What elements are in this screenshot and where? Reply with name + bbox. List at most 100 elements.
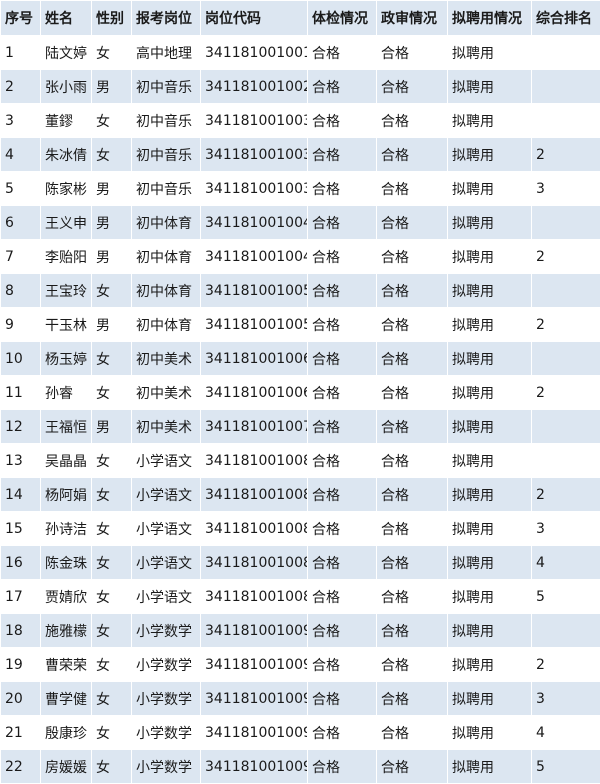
cell-position: 初中体育 [132, 308, 201, 342]
cell-overall-rank: 3 [532, 512, 600, 546]
cell-hiring-status: 拟聘用 [448, 172, 532, 206]
cell-political-review: 合格 [377, 750, 448, 784]
cell-political-review: 合格 [377, 206, 448, 240]
cell-gender: 女 [92, 138, 132, 172]
cell-index: 7 [1, 240, 41, 274]
table-row: 3董鏐女初中音乐341181001003合格合格拟聘用 [1, 104, 600, 138]
cell-overall-rank: 2 [532, 308, 600, 342]
cell-overall-rank [532, 206, 600, 240]
cell-political-review: 合格 [377, 138, 448, 172]
recruitment-table: 序号 姓名 性别 报考岗位 岗位代码 体检情况 政审情况 拟聘用情况 综合排名 … [0, 0, 600, 784]
cell-name: 李贻阳 [41, 240, 92, 274]
table-row: 6王义申男初中体育341181001004合格合格拟聘用 [1, 206, 600, 240]
cell-position: 高中地理 [132, 36, 201, 70]
header-political-review: 政审情况 [377, 1, 448, 36]
cell-gender: 女 [92, 376, 132, 410]
cell-position: 初中音乐 [132, 138, 201, 172]
table-row: 7李贻阳男初中体育341181001004合格合格拟聘用2 [1, 240, 600, 274]
cell-name: 曹荣荣 [41, 648, 92, 682]
cell-overall-rank: 4 [532, 546, 600, 580]
cell-overall-rank [532, 36, 600, 70]
cell-position: 初中音乐 [132, 70, 201, 104]
cell-name: 孙睿 [41, 376, 92, 410]
cell-gender: 女 [92, 36, 132, 70]
cell-hiring-status: 拟聘用 [448, 70, 532, 104]
cell-name: 王福恒 [41, 410, 92, 444]
cell-gender: 男 [92, 70, 132, 104]
cell-hiring-status: 拟聘用 [448, 308, 532, 342]
cell-political-review: 合格 [377, 342, 448, 376]
cell-overall-rank: 2 [532, 240, 600, 274]
cell-medical-check: 合格 [308, 36, 377, 70]
cell-hiring-status: 拟聘用 [448, 716, 532, 750]
cell-medical-check: 合格 [308, 478, 377, 512]
cell-position-code: 341181001008 [201, 546, 308, 580]
cell-political-review: 合格 [377, 376, 448, 410]
cell-index: 1 [1, 36, 41, 70]
cell-position: 小学语文 [132, 478, 201, 512]
cell-position: 初中体育 [132, 274, 201, 308]
cell-political-review: 合格 [377, 444, 448, 478]
cell-index: 18 [1, 614, 41, 648]
cell-position: 初中体育 [132, 240, 201, 274]
cell-name: 陈家彬 [41, 172, 92, 206]
cell-gender: 女 [92, 274, 132, 308]
cell-political-review: 合格 [377, 308, 448, 342]
header-index: 序号 [1, 1, 41, 36]
table-row: 5陈家彬男初中音乐341181001003合格合格拟聘用3 [1, 172, 600, 206]
table-body: 1陆文婷女高中地理341181001001合格合格拟聘用2张小雨男初中音乐341… [1, 36, 600, 784]
cell-overall-rank [532, 614, 600, 648]
cell-political-review: 合格 [377, 512, 448, 546]
cell-position-code: 341181001003 [201, 138, 308, 172]
table-row: 17贾婧欣女小学语文341181001008合格合格拟聘用5 [1, 580, 600, 614]
cell-hiring-status: 拟聘用 [448, 138, 532, 172]
cell-index: 5 [1, 172, 41, 206]
cell-political-review: 合格 [377, 240, 448, 274]
cell-gender: 女 [92, 614, 132, 648]
cell-position: 初中美术 [132, 342, 201, 376]
cell-position-code: 341181001003 [201, 172, 308, 206]
cell-hiring-status: 拟聘用 [448, 36, 532, 70]
cell-index: 13 [1, 444, 41, 478]
cell-position-code: 341181001008 [201, 512, 308, 546]
cell-index: 4 [1, 138, 41, 172]
table-row: 2张小雨男初中音乐341181001002合格合格拟聘用 [1, 70, 600, 104]
cell-medical-check: 合格 [308, 342, 377, 376]
table-row: 14杨阿娟女小学语文341181001008合格合格拟聘用2 [1, 478, 600, 512]
cell-hiring-status: 拟聘用 [448, 274, 532, 308]
cell-position-code: 341181001008 [201, 444, 308, 478]
cell-index: 12 [1, 410, 41, 444]
cell-position-code: 341181001009 [201, 648, 308, 682]
cell-hiring-status: 拟聘用 [448, 580, 532, 614]
cell-position-code: 341181001009 [201, 682, 308, 716]
header-gender: 性别 [92, 1, 132, 36]
cell-overall-rank: 4 [532, 716, 600, 750]
cell-political-review: 合格 [377, 70, 448, 104]
cell-gender: 女 [92, 750, 132, 784]
cell-medical-check: 合格 [308, 240, 377, 274]
cell-overall-rank: 5 [532, 580, 600, 614]
cell-gender: 女 [92, 716, 132, 750]
cell-position: 小学语文 [132, 444, 201, 478]
cell-political-review: 合格 [377, 716, 448, 750]
cell-index: 20 [1, 682, 41, 716]
cell-medical-check: 合格 [308, 410, 377, 444]
cell-name: 董鏐 [41, 104, 92, 138]
cell-political-review: 合格 [377, 274, 448, 308]
cell-position-code: 341181001007 [201, 410, 308, 444]
table-row: 4朱冰倩女初中音乐341181001003合格合格拟聘用2 [1, 138, 600, 172]
cell-medical-check: 合格 [308, 512, 377, 546]
cell-hiring-status: 拟聘用 [448, 682, 532, 716]
cell-medical-check: 合格 [308, 172, 377, 206]
header-hiring-status: 拟聘用情况 [448, 1, 532, 36]
cell-hiring-status: 拟聘用 [448, 342, 532, 376]
table-row: 15孙诗洁女小学语文341181001008合格合格拟聘用3 [1, 512, 600, 546]
cell-medical-check: 合格 [308, 716, 377, 750]
cell-name: 贾婧欣 [41, 580, 92, 614]
cell-hiring-status: 拟聘用 [448, 240, 532, 274]
cell-political-review: 合格 [377, 546, 448, 580]
cell-medical-check: 合格 [308, 750, 377, 784]
cell-position-code: 341181001004 [201, 240, 308, 274]
cell-political-review: 合格 [377, 410, 448, 444]
cell-medical-check: 合格 [308, 546, 377, 580]
